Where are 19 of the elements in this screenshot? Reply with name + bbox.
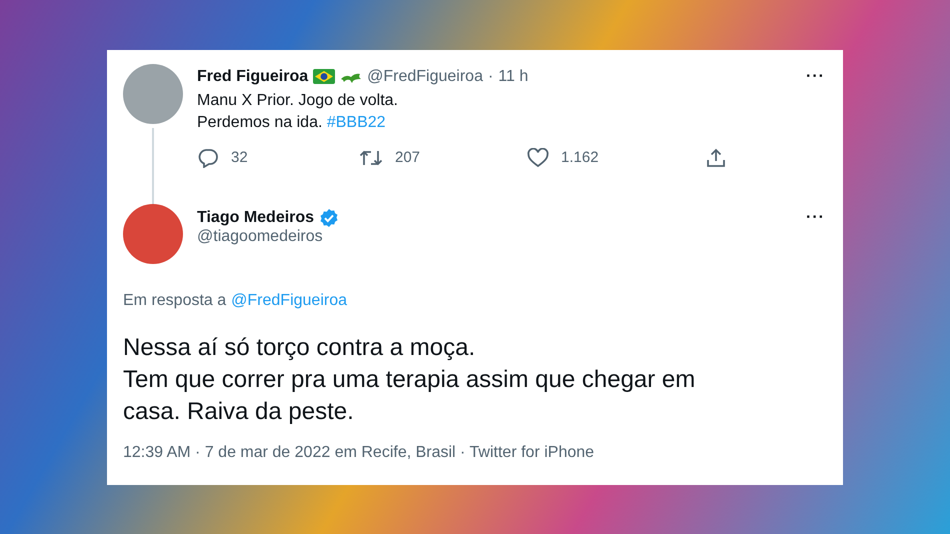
author-handle[interactable]: @tiagoomedeiros	[197, 228, 825, 246]
reply-icon[interactable]	[197, 148, 219, 168]
more-options[interactable]: ···	[806, 208, 825, 226]
author-name[interactable]: Tiago Medeiros	[197, 208, 314, 226]
tweet-text: Manu X Prior. Jogo de volta. Perdemos na ida. #BBB22	[197, 90, 399, 132]
author-name[interactable]: Fred Figueiroa	[197, 68, 308, 86]
action-count: 207	[395, 149, 420, 166]
heart-icon[interactable]	[527, 148, 549, 168]
timestamp[interactable]: 11 h	[498, 68, 528, 86]
author-handle[interactable]: @FredFigueiroa	[367, 68, 483, 86]
share-icon[interactable]	[705, 148, 727, 168]
separator: ·	[488, 68, 494, 86]
action-count: 1.162	[561, 149, 599, 166]
reply-label: Em resposta a	[123, 292, 226, 310]
more-options[interactable]: ···	[806, 68, 825, 86]
tweet-metadata: 12:39 AM · 7 de mar de 2022 em Recife, Brasil · Twitter for iPhone	[123, 444, 596, 462]
action-count: 32	[231, 149, 248, 166]
flag-icon	[313, 69, 336, 84]
reply-text: Nessa aí só torço contra a moça. Tem que correr pra uma terapia assim que chegar em casa. Raiva da peste.	[123, 332, 696, 426]
